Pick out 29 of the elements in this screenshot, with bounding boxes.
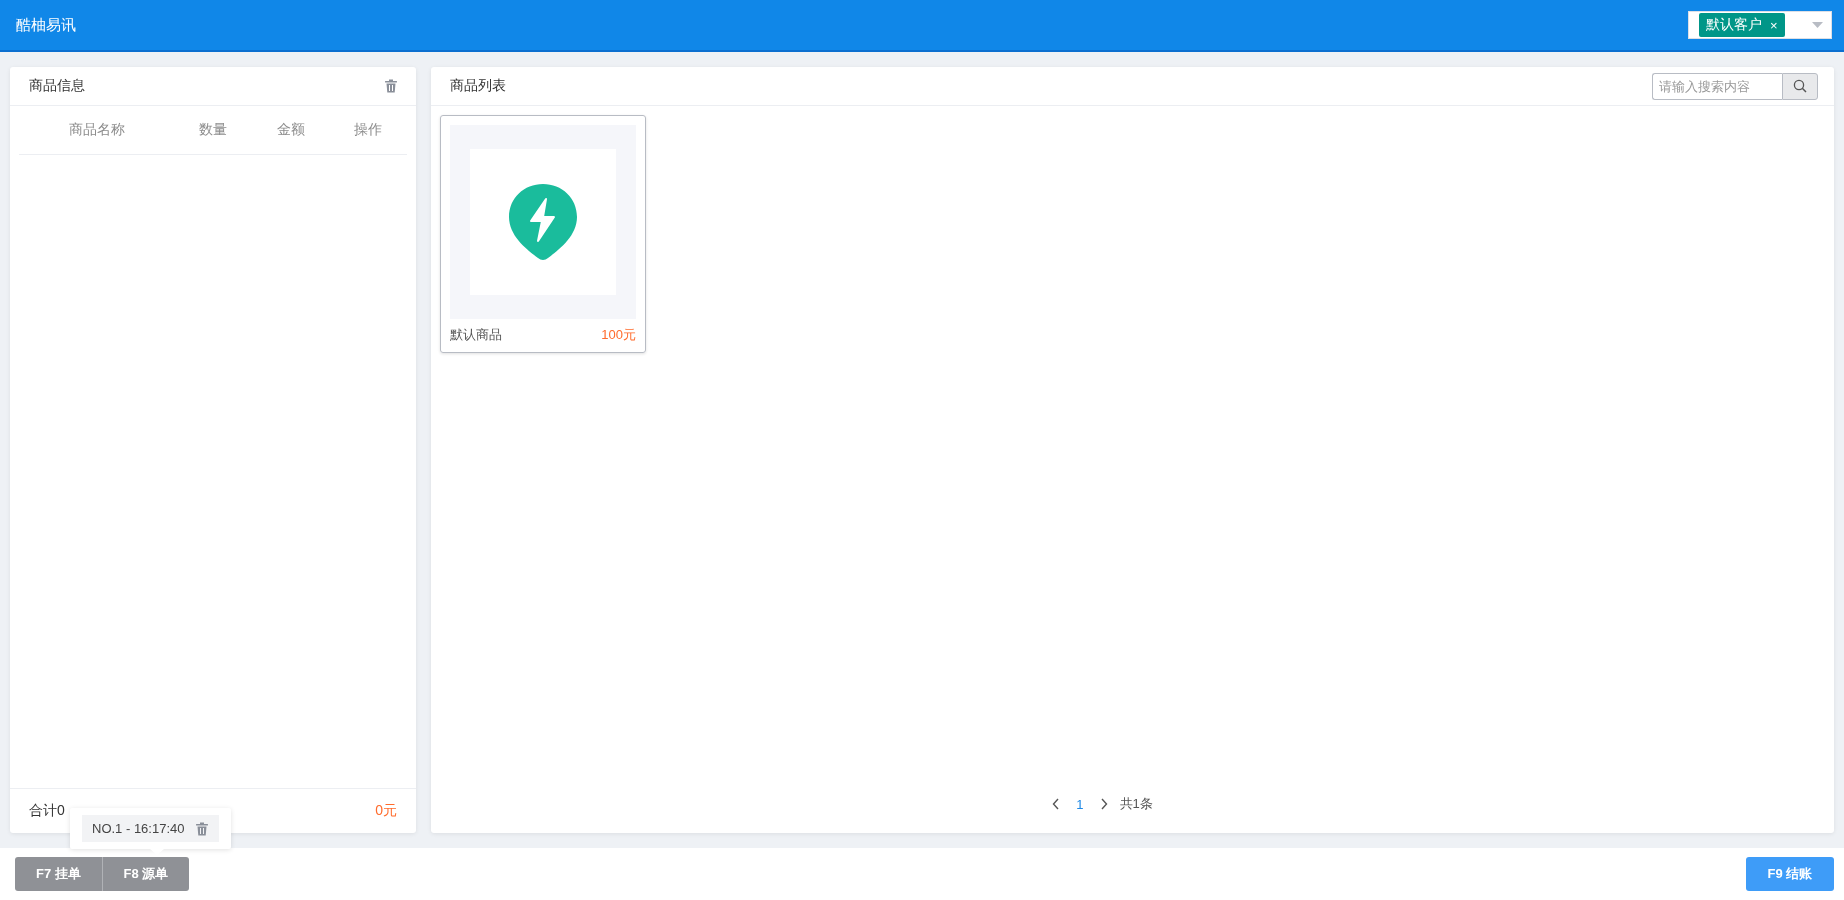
customer-select[interactable]: 默认客户 × — [1688, 11, 1832, 39]
remove-tag-button[interactable]: × — [1770, 17, 1778, 33]
search-field[interactable]: 请输入搜索内容 — [1652, 72, 1782, 100]
trash-icon[interactable] — [384, 79, 398, 93]
order-button[interactable]: F7 挂单 — [15, 857, 102, 891]
checkout-button[interactable]: F9 结账 — [1746, 857, 1834, 891]
trash-icon[interactable] — [194, 821, 209, 836]
total-amount: 0元 — [375, 802, 397, 820]
held-order-item[interactable]: NO.1 - 16:17:40 — [82, 815, 219, 842]
product-card[interactable]: 默认商品 100元 — [440, 115, 646, 353]
order-button[interactable]: F8 源单 — [102, 857, 189, 891]
customer-name: 默认客户 — [1706, 16, 1762, 34]
page-number[interactable]: 1 — [1072, 796, 1088, 812]
search-button[interactable] — [1782, 72, 1818, 100]
next-page-icon[interactable] — [1099, 798, 1108, 810]
column-header: 操作 — [353, 121, 384, 139]
column-header: 数量 — [198, 121, 228, 139]
column-header: 商品名称 — [67, 121, 126, 139]
panel-title: 商品列表 — [450, 77, 506, 95]
product-name: 默认商品 — [450, 326, 502, 344]
search-icon — [1793, 79, 1807, 93]
bolt-pin-icon — [508, 183, 578, 261]
column-header: 金额 — [275, 121, 306, 139]
panel-title: 商品信息 — [29, 77, 85, 95]
total-count: 共1条 — [1119, 795, 1153, 813]
previous-page-icon[interactable] — [1052, 798, 1061, 810]
product-price: 100元 — [601, 326, 636, 344]
total-label: 合计0 — [29, 802, 65, 820]
app-title: 酷柚易讯 — [16, 15, 76, 35]
